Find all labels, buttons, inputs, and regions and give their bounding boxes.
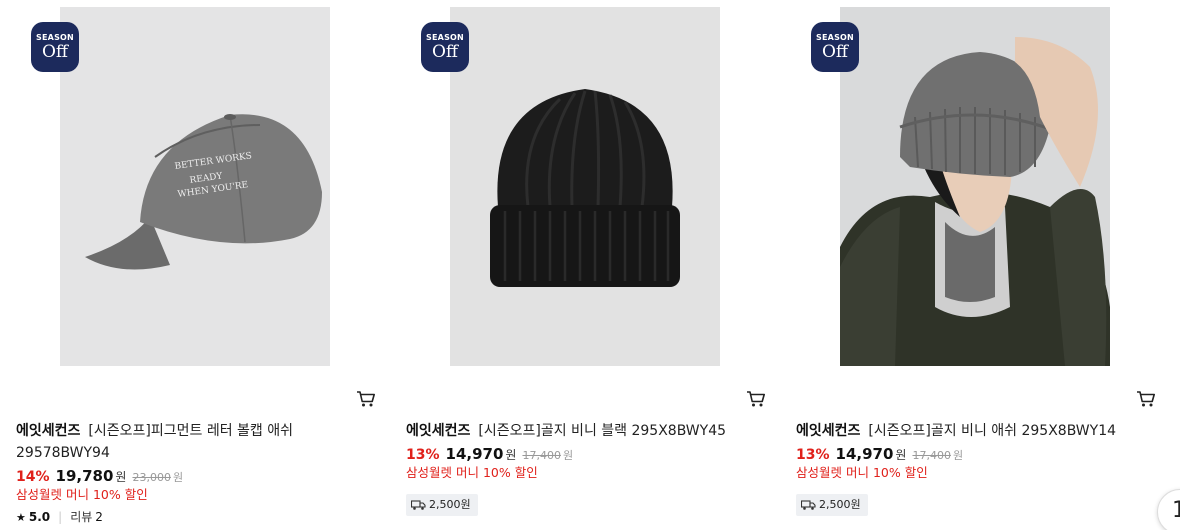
badge-line2: Off [431, 42, 458, 62]
product-card[interactable]: SEASON Off 에잇세컨즈 [시즌오프]골지 비니 애쉬 295X8BWY1… [796, 0, 1156, 530]
product-name: [시즌오프]골지 비니 블랙 295X8BWY45 [478, 423, 727, 439]
sale-price: 14,970 [835, 445, 894, 463]
product-title[interactable]: 에잇세컨즈 [시즌오프]골지 비니 블랙 295X8BWY45 [406, 420, 736, 442]
season-off-badge: SEASON Off [421, 22, 469, 72]
discount-rate: 14% [16, 469, 50, 485]
cart-icon[interactable] [746, 389, 766, 409]
review-label: 리뷰 [70, 510, 93, 524]
sale-price: 19,780 [55, 467, 114, 485]
shipping-fee: 2,500원 [429, 498, 471, 511]
divider: | [58, 510, 63, 524]
brand-name: 에잇세컨즈 [406, 423, 471, 439]
truck-icon [801, 500, 816, 510]
product-image[interactable]: BETTER WORKS READY WHEN YOU'RE [60, 7, 330, 366]
rating-row: ★ 5.0 | 리뷰 2 [16, 508, 103, 527]
currency: 원 [115, 470, 127, 484]
product-title[interactable]: 에잇세컨즈 [시즌오프]골지 비니 애쉬 295X8BWY14 [796, 420, 1126, 442]
original-price: 17,400 [522, 449, 561, 462]
review-count: 2 [95, 510, 103, 524]
sale-price: 14,970 [445, 445, 504, 463]
discount-rate: 13% [796, 447, 830, 463]
discount-rate: 13% [406, 447, 440, 463]
season-off-badge: SEASON Off [811, 22, 859, 72]
promo-text: 삼성월렛 머니 10% 할인 [406, 465, 538, 480]
page-indicator-button[interactable]: 1 [1157, 489, 1180, 530]
star-icon: ★ [16, 511, 26, 524]
cart-icon[interactable] [356, 389, 376, 409]
page-number: 1 [1172, 498, 1180, 523]
product-card[interactable]: SEASON Off 에잇세컨즈 [시즌오프]골지 비니 블랙 295X8BWY4… [406, 0, 766, 530]
original-currency: 원 [172, 471, 184, 484]
currency: 원 [505, 448, 517, 462]
truck-icon [411, 500, 426, 510]
price-row: 13% 14,970 원 17,400 원 [796, 445, 963, 465]
product-image[interactable] [450, 7, 720, 366]
original-currency: 원 [952, 449, 964, 462]
brand-name: 에잇세컨즈 [796, 423, 861, 439]
rating-score: 5.0 [28, 510, 51, 524]
promo-text: 삼성월렛 머니 10% 할인 [16, 487, 148, 502]
price-row: 13% 14,970 원 17,400 원 [406, 445, 573, 465]
badge-line2: Off [41, 42, 68, 62]
original-price: 23,000 [132, 471, 171, 484]
price-row: 14% 19,780 원 23,000 원 [16, 467, 183, 487]
shipping-fee-tag: 2,500원 [796, 494, 868, 516]
original-currency: 원 [562, 449, 574, 462]
shipping-fee-tag: 2,500원 [406, 494, 478, 516]
product-title[interactable]: 에잇세컨즈 [시즌오프]피그먼트 레터 볼캡 애쉬 29578BWY94 [16, 420, 346, 464]
baseball-cap-image: BETTER WORKS READY WHEN YOU'RE [60, 7, 330, 366]
currency: 원 [895, 448, 907, 462]
black-beanie-image [450, 7, 720, 366]
product-name: [시즌오프]골지 비니 애쉬 295X8BWY14 [868, 423, 1117, 439]
brand-name: 에잇세컨즈 [16, 423, 81, 439]
shipping-fee: 2,500원 [819, 498, 861, 511]
cart-icon[interactable] [1136, 389, 1156, 409]
original-price: 17,400 [912, 449, 951, 462]
badge-line2: Off [821, 42, 848, 62]
product-card[interactable]: BETTER WORKS READY WHEN YOU'RE SEASON Of… [16, 0, 376, 530]
promo-text: 삼성월렛 머니 10% 할인 [796, 465, 928, 480]
season-off-badge: SEASON Off [31, 22, 79, 72]
model-beanie-image [840, 7, 1110, 366]
product-image[interactable] [840, 7, 1110, 366]
